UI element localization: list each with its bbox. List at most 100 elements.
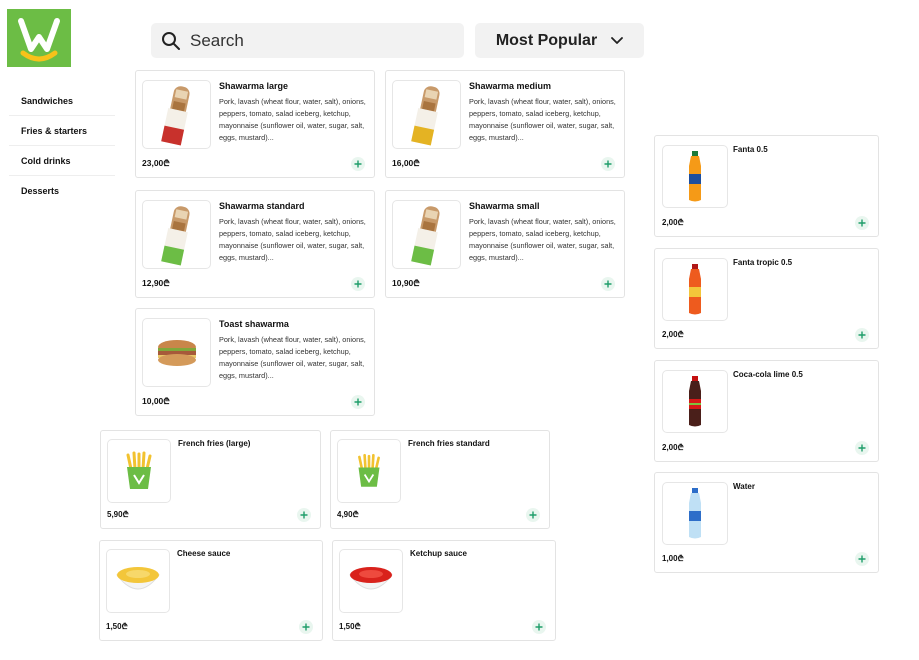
bottle-image [689,263,701,314]
category-fries-starters[interactable]: Fries & starters [9,116,115,146]
add-to-cart-button[interactable] [855,441,869,455]
search-placeholder: Search [190,30,244,50]
product-name: Shawarma medium [469,81,552,91]
chevron-down-icon [611,36,624,44]
cheese-sauce-image [115,567,161,590]
product-card[interactable]: Shawarma small Pork, lavash (wheat flour… [385,190,625,298]
category-sandwiches[interactable]: Sandwiches [9,86,115,116]
product-image [106,549,170,613]
product-image [392,200,461,269]
product-image [662,258,728,321]
sort-selected-label: Most Popular [495,31,598,49]
product-price: 16,00₾ [392,158,420,168]
product-name: French fries (large) [178,439,251,448]
shawarma-wrap-image [410,205,440,265]
product-name: Shawarma large [219,81,289,91]
plus-icon [858,331,866,339]
plus-icon [300,511,308,519]
add-to-cart-button[interactable] [532,620,546,634]
shawarma-wrap-image [410,85,440,145]
product-name: Shawarma small [469,201,540,211]
product-image [392,80,461,149]
add-to-cart-button[interactable] [526,508,540,522]
product-price: 1,50₾ [339,622,361,631]
toast-sandwich-image [157,339,196,366]
french-fries-image [358,453,380,487]
product-card[interactable]: French fries (large) 5,90₾ [100,430,321,529]
add-to-cart-button[interactable] [299,620,313,634]
category-desserts[interactable]: Desserts [9,176,115,205]
product-card[interactable]: Coca-cola lime 0.5 2,00₾ [654,360,879,462]
add-to-cart-button[interactable] [601,157,615,171]
add-to-cart-button[interactable] [351,277,365,291]
product-image [142,200,211,269]
product-card[interactable]: Ketchup sauce 1,50₾ [332,540,556,641]
product-price: 5,90₾ [107,510,129,519]
product-image [142,80,211,149]
add-to-cart-button[interactable] [855,552,869,566]
product-price: 23,00₾ [142,158,170,168]
product-price: 2,00₾ [662,330,684,339]
product-card[interactable]: Cheese sauce 1,50₾ [99,540,323,641]
search-icon [162,31,180,50]
plus-icon [604,280,612,288]
product-card[interactable]: Shawarma medium Pork, lavash (wheat flou… [385,70,625,178]
product-image [662,370,728,433]
add-to-cart-button[interactable] [297,508,311,522]
product-image [662,145,728,208]
add-to-cart-button[interactable] [855,328,869,342]
product-image [142,318,211,387]
product-image [337,439,401,503]
product-price: 12,90₾ [142,278,170,288]
add-to-cart-button[interactable] [855,216,869,230]
plus-icon [354,398,362,406]
product-description: Pork, lavash (wheat flour, water, salt),… [219,217,366,262]
product-name: Shawarma standard [219,201,305,211]
product-image [107,439,171,503]
plus-icon [535,623,543,631]
add-to-cart-button[interactable] [351,157,365,171]
add-to-cart-button[interactable] [351,395,365,409]
product-name: French fries standard [408,439,490,448]
product-card[interactable]: Toast shawarma Pork, lavash (wheat flour… [135,308,375,416]
brand-logo[interactable] [7,9,71,67]
product-price: 4,90₾ [337,510,359,519]
plus-icon [604,160,612,168]
product-card[interactable]: Fanta tropic 0.5 2,00₾ [654,248,879,349]
ketchup-sauce-image [348,567,394,590]
product-price: 1,00₾ [662,554,684,563]
product-description: Pork, lavash (wheat flour, water, salt),… [219,335,366,380]
french-fries-image [126,451,152,489]
product-card[interactable]: Fanta 0.5 2,00₾ [654,135,879,237]
plus-icon [354,280,362,288]
product-price: 10,90₾ [392,278,420,288]
plus-icon [529,511,537,519]
product-name: Fanta tropic 0.5 [733,258,793,267]
product-name: Coca-cola lime 0.5 [733,370,803,379]
category-cold-drinks[interactable]: Cold drinks [9,146,115,176]
bottle-image [689,150,701,201]
product-card[interactable]: Shawarma large Pork, lavash (wheat flour… [135,70,375,178]
product-name: Cheese sauce [177,549,231,558]
plus-icon [858,555,866,563]
product-card[interactable]: Shawarma standard Pork, lavash (wheat fl… [135,190,375,298]
bottle-image [689,487,701,538]
product-description: Pork, lavash (wheat flour, water, salt),… [469,97,616,142]
product-name: Fanta 0.5 [733,145,768,154]
category-nav: Sandwiches Fries & starters Cold drinks … [9,86,115,205]
product-name: Water [733,482,755,491]
product-price: 1,50₾ [106,622,128,631]
plus-icon [858,219,866,227]
product-card[interactable]: French fries standard 4,90₾ [330,430,550,529]
plus-icon [858,444,866,452]
plus-icon [302,623,310,631]
product-name: Ketchup sauce [410,549,467,558]
product-card[interactable]: Water 1,00₾ [654,472,879,573]
product-description: Pork, lavash (wheat flour, water, salt),… [219,97,366,142]
sort-dropdown[interactable]: Most Popular [475,23,644,58]
add-to-cart-button[interactable] [601,277,615,291]
search-input[interactable]: Search [151,23,464,58]
product-price: 2,00₾ [662,443,684,452]
bottle-image [689,375,701,426]
product-price: 10,00₾ [142,396,170,406]
